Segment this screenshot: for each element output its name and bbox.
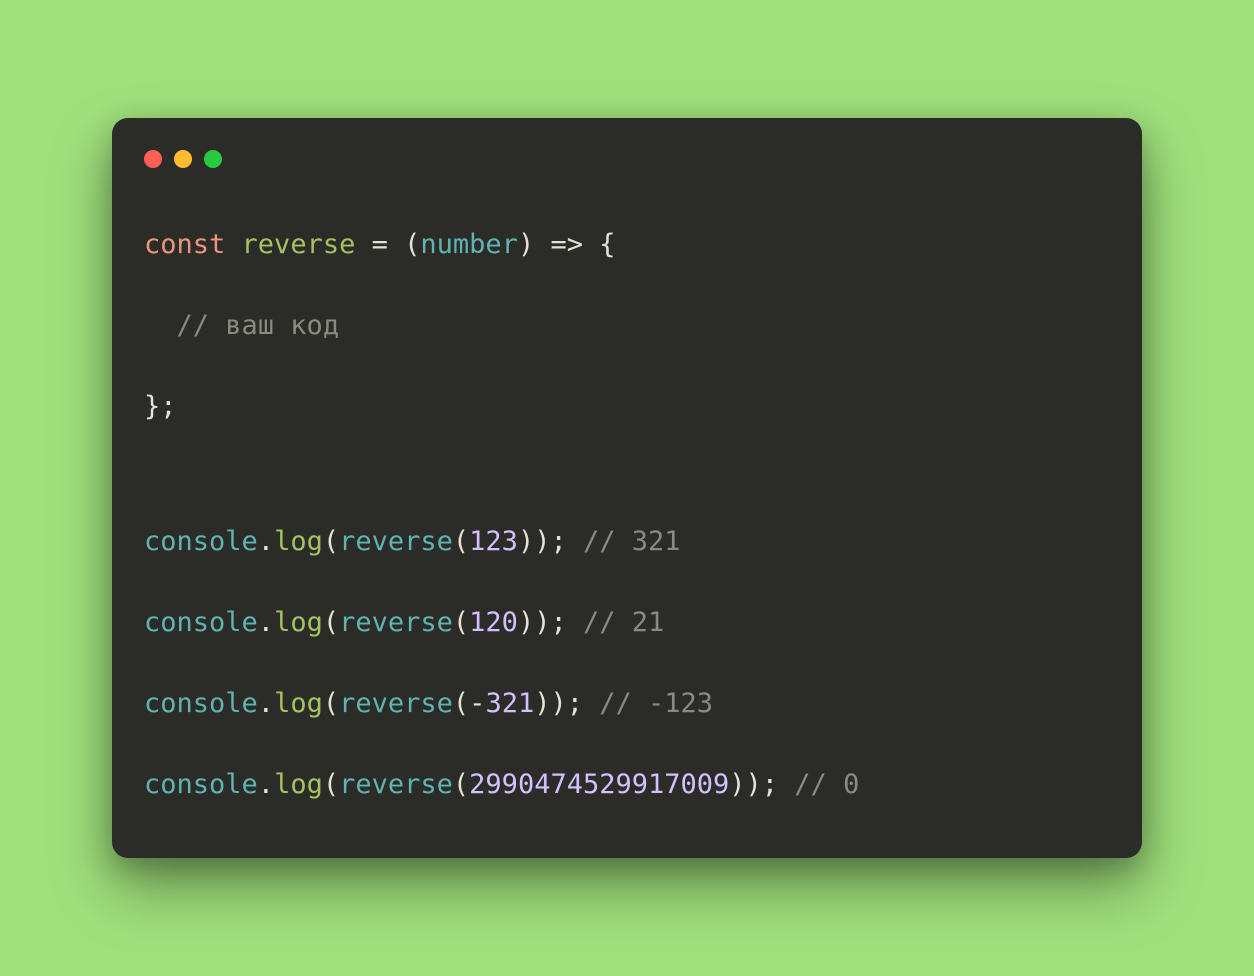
code-blank-line	[144, 731, 1110, 758]
code-token	[144, 310, 177, 341]
code-token: (	[453, 526, 469, 557]
code-blank-line	[144, 353, 1110, 380]
code-token: };	[144, 391, 177, 422]
code-token: // -123	[599, 688, 713, 719]
code-token: .	[258, 688, 274, 719]
code-token: number	[420, 229, 518, 260]
code-token: console	[144, 526, 258, 557]
maximize-icon[interactable]	[204, 150, 222, 168]
code-token: .	[258, 526, 274, 557]
code-token: 120	[469, 607, 518, 638]
window-titlebar	[144, 146, 1110, 168]
code-token: log	[274, 688, 323, 719]
code-token: // ваш код	[177, 310, 340, 341]
code-line: // ваш код	[144, 299, 1110, 353]
code-token: reverse	[339, 769, 453, 800]
code-token: reverse	[339, 688, 453, 719]
code-token: 2990474529917009	[469, 769, 729, 800]
code-blank-line	[144, 488, 1110, 515]
code-token: log	[274, 769, 323, 800]
close-icon[interactable]	[144, 150, 162, 168]
code-token: (	[453, 769, 469, 800]
code-token: log	[274, 607, 323, 638]
code-blank-line	[144, 569, 1110, 596]
code-token: (	[453, 607, 469, 638]
code-token: console	[144, 688, 258, 719]
code-token: -	[469, 688, 485, 719]
code-token: // 0	[794, 769, 859, 800]
code-line: console.log(reverse(123)); // 321	[144, 515, 1110, 569]
code-token: // 321	[583, 526, 681, 557]
code-token: (	[323, 688, 339, 719]
code-line: const reverse = (number) => {	[144, 218, 1110, 272]
code-token: {	[583, 229, 616, 260]
code-token: reverse	[242, 229, 356, 260]
code-token: 123	[469, 526, 518, 557]
code-line: };	[144, 380, 1110, 434]
code-token: ));	[518, 526, 583, 557]
code-token: ));	[518, 607, 583, 638]
code-token: log	[274, 526, 323, 557]
code-blank-line	[144, 461, 1110, 488]
code-token: ));	[534, 688, 599, 719]
code-blank-line	[144, 272, 1110, 299]
code-token: // 21	[583, 607, 664, 638]
code-line: console.log(reverse(120)); // 21	[144, 596, 1110, 650]
code-blank-line	[144, 650, 1110, 677]
code-window: const reverse = (number) => { // ваш код…	[112, 118, 1142, 858]
code-token: =>	[550, 229, 583, 260]
code-token: 321	[485, 688, 534, 719]
code-token: reverse	[339, 526, 453, 557]
code-token: const	[144, 229, 225, 260]
code-token	[355, 229, 371, 260]
code-block: const reverse = (number) => { // ваш код…	[144, 218, 1110, 812]
code-token: reverse	[339, 607, 453, 638]
code-line: console.log(reverse(2990474529917009)); …	[144, 758, 1110, 812]
code-token: )	[518, 229, 551, 260]
code-token: .	[258, 607, 274, 638]
code-blank-line	[144, 434, 1110, 461]
code-token: (	[453, 688, 469, 719]
code-token: (	[323, 769, 339, 800]
code-token: (	[323, 607, 339, 638]
code-line: console.log(reverse(-321)); // -123	[144, 677, 1110, 731]
code-token: .	[258, 769, 274, 800]
code-token: ));	[729, 769, 794, 800]
code-token: console	[144, 607, 258, 638]
code-token: console	[144, 769, 258, 800]
code-token: (	[388, 229, 421, 260]
code-token: (	[323, 526, 339, 557]
code-token	[225, 229, 241, 260]
minimize-icon[interactable]	[174, 150, 192, 168]
code-token: =	[372, 229, 388, 260]
